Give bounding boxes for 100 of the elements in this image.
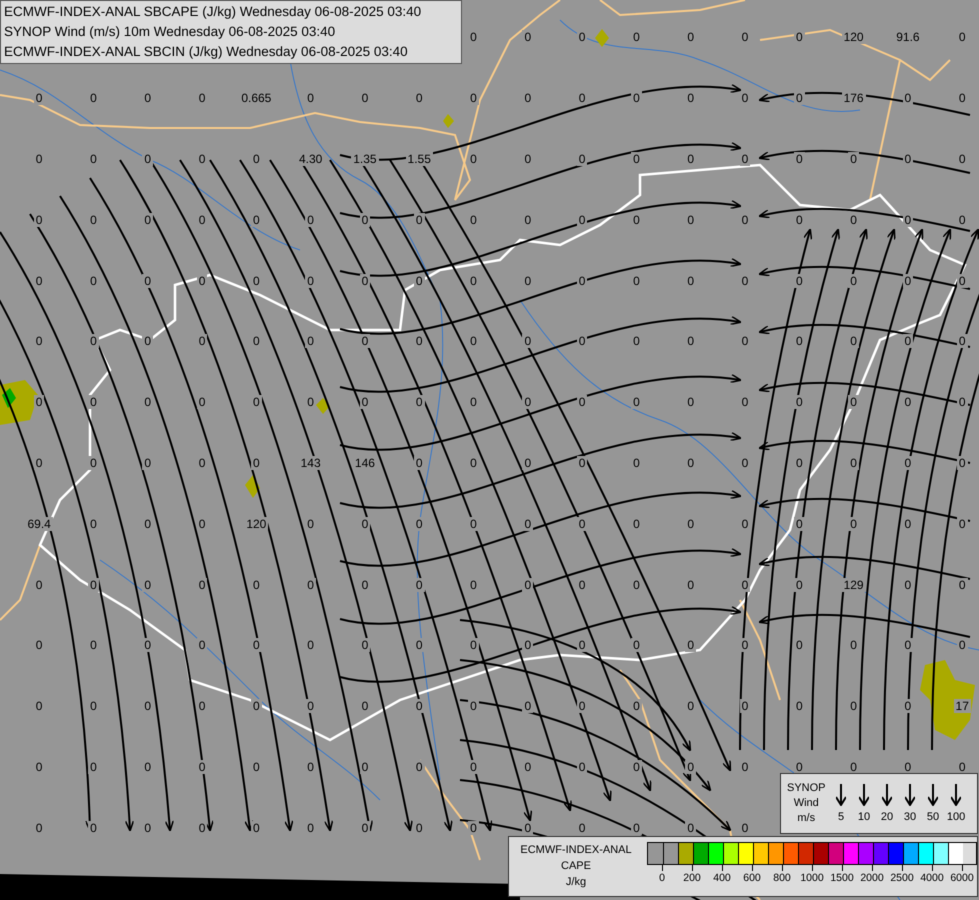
- map-value: 0: [88, 274, 99, 288]
- map-value: 0: [902, 152, 914, 166]
- map-value: 0: [631, 516, 642, 531]
- map-value: 0: [305, 820, 316, 835]
- speed-label: 50: [926, 812, 940, 823]
- map-value: 0: [360, 212, 370, 227]
- map-value: 0: [305, 699, 316, 714]
- wind-arrow-icon: [928, 784, 938, 806]
- scale-label: 1000: [800, 871, 824, 885]
- map-value: 0: [250, 274, 262, 288]
- wind-arrow-icon: [905, 784, 916, 806]
- speed-label: 30: [904, 812, 916, 823]
- map-value: 0: [576, 334, 588, 348]
- map-value: 0: [88, 456, 99, 470]
- map-value: 0: [956, 578, 968, 592]
- map-value: 0: [685, 152, 696, 166]
- scale-label: 2500: [890, 871, 914, 885]
- map-value: 0: [142, 760, 154, 774]
- map-value: 0: [631, 760, 642, 774]
- map-value: 0: [360, 699, 370, 714]
- map-value: 0: [848, 456, 859, 470]
- map-value: 0: [468, 456, 479, 470]
- map-value: 0: [414, 334, 425, 348]
- map-value: 0: [250, 212, 262, 227]
- map-value: 0: [956, 456, 968, 470]
- scale-label: 0: [659, 871, 665, 885]
- map-value: 0: [360, 91, 370, 106]
- map-value: 0: [522, 152, 534, 166]
- map-value: 0: [902, 456, 914, 470]
- map-value: 0: [88, 152, 99, 166]
- map-value: 0: [34, 334, 44, 348]
- map-value: 0: [631, 699, 642, 714]
- speed-label: 20: [880, 812, 894, 823]
- map-value: 0: [34, 699, 44, 714]
- map-value: 0: [794, 395, 805, 410]
- map-value: 0: [631, 578, 642, 592]
- map-value: 0: [685, 456, 696, 470]
- map-value: 0: [414, 638, 425, 652]
- map-value: 0: [250, 760, 262, 774]
- map-value: 0: [902, 760, 914, 774]
- map-value: 0: [848, 274, 859, 288]
- map-value: 143: [298, 456, 323, 470]
- map-value: 0: [794, 638, 805, 652]
- map-value: 0: [956, 212, 968, 227]
- map-value: 0: [34, 274, 44, 288]
- map-value: 0: [142, 638, 154, 652]
- map-value: 0: [576, 91, 588, 106]
- map-value: 0: [360, 334, 370, 348]
- map-value: 0: [250, 820, 262, 835]
- scale-label: 4000: [920, 871, 944, 885]
- map-value: 0: [576, 212, 588, 227]
- map-value: 0: [142, 334, 154, 348]
- map-value: 0: [631, 274, 642, 288]
- map-value: 0: [794, 760, 805, 774]
- map-value: 0: [956, 395, 968, 410]
- map-value: 0: [522, 820, 534, 835]
- map-value: 0: [685, 516, 696, 531]
- map-value: 0: [902, 274, 914, 288]
- map-value: 0: [956, 30, 968, 44]
- map-value: 0: [740, 820, 750, 835]
- map-value: 0: [740, 699, 750, 714]
- map-value: 0: [631, 456, 642, 470]
- map-value: 0: [250, 152, 262, 166]
- map-value: 0: [685, 30, 696, 44]
- map-value: 0: [685, 638, 696, 652]
- legend-title: ECMWF-INDEX-ANAL: [520, 843, 632, 858]
- cape-area: [0, 380, 38, 425]
- map-value: 0: [631, 334, 642, 348]
- title-line: SYNOP Wind (m/s) 10m Wednesday 06-08-2025 03:40: [4, 23, 336, 41]
- map-value: 0: [740, 516, 750, 531]
- map-value: 0: [88, 91, 99, 106]
- map-value: 0: [360, 638, 370, 652]
- map-value: 0: [305, 578, 316, 592]
- map-value: 0: [196, 91, 208, 106]
- scale-label: 1500: [830, 871, 854, 885]
- map-value: 69.4: [25, 516, 53, 531]
- map-value: 0: [740, 30, 750, 44]
- map-value: 0: [468, 91, 479, 106]
- map-value: 0: [902, 578, 914, 592]
- wind-arrow-icon: [882, 784, 892, 806]
- map-value: 0: [250, 395, 262, 410]
- scale-label: 800: [773, 871, 791, 885]
- map-value: 0: [576, 516, 588, 531]
- map-value: 0: [196, 212, 208, 227]
- map-value: 0: [414, 456, 425, 470]
- map-value: 0: [631, 91, 642, 106]
- map-value: 0: [740, 395, 750, 410]
- map-value: 0: [305, 91, 316, 106]
- map-value: 0: [902, 334, 914, 348]
- map-value: 0: [740, 91, 750, 106]
- map-value: 0: [685, 91, 696, 106]
- map-value: 176: [842, 91, 866, 106]
- map-value: 129: [842, 578, 866, 592]
- map-value: 0: [468, 638, 479, 652]
- map-value: 0: [576, 456, 588, 470]
- map-value: 0: [522, 456, 534, 470]
- map-value: 0: [848, 212, 859, 227]
- map-value: 0: [88, 395, 99, 410]
- speed-label: 10: [858, 812, 870, 823]
- map-value: 0: [794, 274, 805, 288]
